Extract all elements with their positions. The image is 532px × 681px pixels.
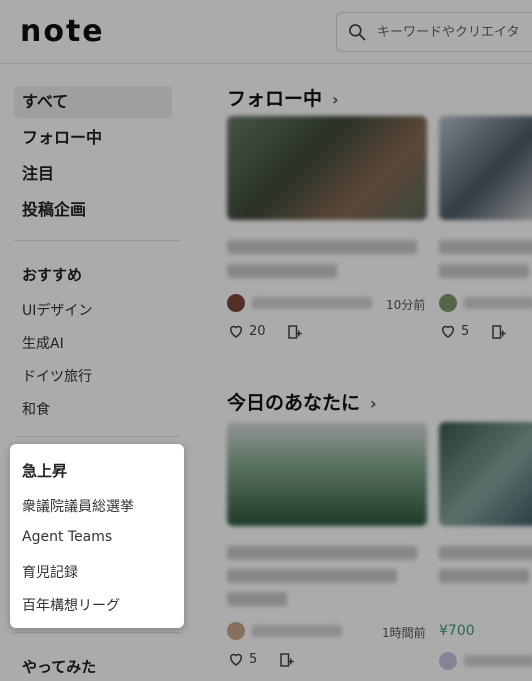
article-title-blurred[interactable]: [439, 569, 529, 583]
add-to-magazine-icon[interactable]: [490, 323, 508, 341]
author-name-blurred[interactable]: [464, 297, 532, 309]
avatar[interactable]: [227, 294, 245, 312]
author-name-blurred[interactable]: [252, 625, 342, 637]
like-count: 5: [249, 651, 258, 667]
article-title-blurred[interactable]: [227, 264, 337, 278]
add-to-magazine-icon[interactable]: [286, 323, 304, 341]
search-box[interactable]: [336, 12, 532, 52]
sidebar-divider: [14, 632, 180, 633]
recommend-heading: おすすめ: [22, 266, 83, 284]
trending-item-agent-teams[interactable]: Agent Teams: [22, 529, 112, 545]
following-title-text: フォロー中: [227, 88, 323, 110]
tried-it-heading[interactable]: やってみた: [22, 656, 96, 677]
like-count: 5: [461, 323, 470, 339]
following-section-title[interactable]: フォロー中 ›: [227, 84, 339, 111]
trending-item-election[interactable]: 衆議院議員総選挙: [22, 496, 134, 516]
article-thumbnail[interactable]: [227, 116, 427, 220]
article-thumbnail[interactable]: [227, 422, 427, 526]
note-logo[interactable]: note: [20, 14, 105, 50]
sidebar-item-featured[interactable]: 注目: [14, 158, 172, 190]
trending-item-childcare-log[interactable]: 育児記録: [22, 562, 78, 582]
like-count: 20: [249, 323, 266, 339]
today-title-text: 今日のあなたに: [227, 392, 361, 414]
sidebar-item-all[interactable]: すべて: [14, 86, 172, 118]
heart-icon: [229, 653, 243, 666]
price-tag: ¥700: [439, 623, 475, 639]
recommend-item-gen-ai[interactable]: 生成AI: [22, 333, 64, 353]
top-header: note: [0, 0, 532, 64]
article-thumbnail[interactable]: [439, 116, 532, 220]
author-name-blurred[interactable]: [464, 655, 532, 667]
article-title-blurred[interactable]: [439, 240, 532, 254]
add-to-magazine-icon[interactable]: [278, 651, 296, 669]
article-thumbnail[interactable]: [439, 422, 532, 526]
chevron-right-icon: ›: [370, 394, 377, 413]
sidebar-divider: [14, 436, 180, 437]
like-button[interactable]: 20: [227, 322, 266, 340]
chevron-right-icon: ›: [332, 90, 339, 109]
avatar[interactable]: [439, 294, 457, 312]
article-title-blurred[interactable]: [227, 240, 417, 254]
main-feed: フォロー中 › 10分前 20 5 今日のあなたに › 1時間前 ¥700 5: [196, 64, 532, 681]
trending-panel: 急上昇 衆議院議員総選挙 Agent Teams 育児記録 百年構想リーグ: [10, 444, 184, 628]
trending-item-league[interactable]: 百年構想リーグ: [22, 595, 120, 615]
heart-icon: [229, 325, 243, 338]
article-title-blurred[interactable]: [439, 546, 532, 560]
article-title-blurred[interactable]: [439, 264, 529, 278]
avatar[interactable]: [439, 652, 457, 670]
post-time: 10分前: [386, 298, 426, 312]
article-title-blurred[interactable]: [227, 569, 397, 583]
sidebar-item-contests[interactable]: 投稿企画: [14, 194, 172, 226]
search-icon: [349, 24, 366, 41]
search-input[interactable]: [377, 24, 532, 40]
post-time: 1時間前: [382, 626, 426, 640]
recommend-item-germany-trip[interactable]: ドイツ旅行: [22, 366, 92, 386]
sidebar-item-following[interactable]: フォロー中: [14, 122, 172, 154]
recommend-item-washoku[interactable]: 和食: [22, 399, 50, 419]
like-button[interactable]: 5: [439, 322, 469, 340]
recommend-item-ui-design[interactable]: UIデザイン: [22, 300, 92, 320]
today-section-title[interactable]: 今日のあなたに ›: [227, 388, 377, 415]
sidebar-divider: [14, 240, 180, 241]
avatar[interactable]: [227, 622, 245, 640]
article-title-blurred[interactable]: [227, 546, 417, 560]
heart-icon: [441, 325, 455, 338]
article-title-blurred[interactable]: [227, 592, 287, 606]
author-name-blurred[interactable]: [252, 297, 372, 309]
trending-heading: 急上昇: [22, 462, 68, 480]
like-button[interactable]: 5: [227, 650, 257, 668]
